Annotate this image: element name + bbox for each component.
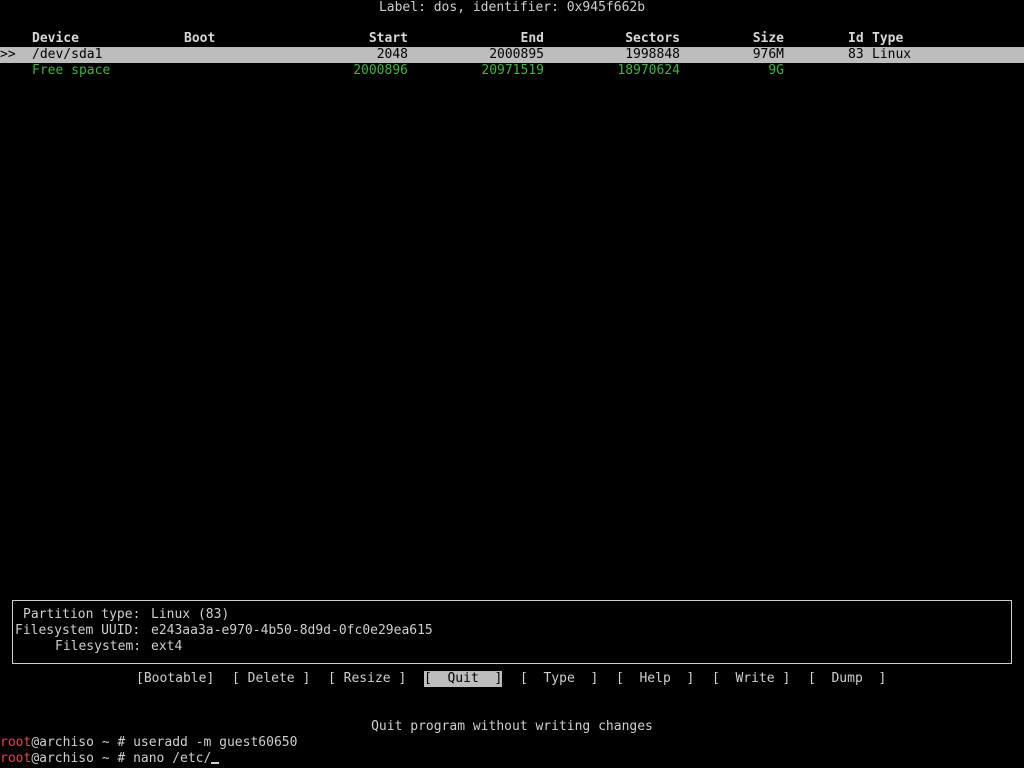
row-sectors: 18970624 xyxy=(617,63,680,78)
partition-type-value: Linux (83) xyxy=(151,607,230,622)
terminal-line[interactable]: root@archiso ~ # nano /etc/ xyxy=(0,751,220,767)
row-sectors: 1998848 xyxy=(625,47,680,62)
table-row-sda1[interactable]: >> /dev/sda1 2048 2000895 1998848 976M 8… xyxy=(0,47,1024,63)
column-header-device: Device xyxy=(32,31,79,46)
column-header-start: Start xyxy=(368,31,408,46)
action-menu: [Bootable] [ Delete ] [ Resize ] [ Quit … xyxy=(0,671,1024,687)
delete-button[interactable]: [ Delete ] xyxy=(232,671,310,687)
table-row-free-space[interactable]: Free space 2000896 20971519 18970624 9G xyxy=(0,63,1024,79)
resize-button[interactable]: [ Resize ] xyxy=(328,671,406,687)
prompt-user: root xyxy=(0,735,32,750)
row-start: 2048 xyxy=(376,47,408,62)
disk-label-header: Label: dos, identifier: 0x945f662b xyxy=(378,0,646,15)
column-header-id: Id xyxy=(848,31,864,46)
terminal-command: useradd -m guest60650 xyxy=(133,735,298,750)
action-hint: Quit program without writing changes xyxy=(371,719,653,734)
selection-marker: >> xyxy=(0,47,16,62)
row-end: 2000895 xyxy=(489,47,544,62)
help-button[interactable]: [ Help ] xyxy=(616,671,694,687)
terminal-line: root@archiso ~ # useradd -m guest60650 xyxy=(0,735,297,751)
partition-info-box: Partition type: Linux (83) Filesystem UU… xyxy=(12,600,1012,664)
prompt-host: @archiso ~ # xyxy=(31,751,134,766)
filesystem-value: ext4 xyxy=(151,639,183,654)
row-device: Free space xyxy=(32,63,111,78)
write-button[interactable]: [ Write ] xyxy=(712,671,790,687)
dump-button[interactable]: [ Dump ] xyxy=(808,671,886,687)
partition-type-label: Partition type: xyxy=(23,607,141,622)
column-header-sectors: Sectors xyxy=(625,31,680,46)
filesystem-uuid-label: Filesystem UUID: xyxy=(15,623,141,638)
column-header-end: End xyxy=(520,31,544,46)
partition-table-header: Device Boot Start End Sectors Size Id Ty… xyxy=(0,31,1024,47)
filesystem-label: Filesystem: xyxy=(55,639,142,654)
row-start: 2000896 xyxy=(353,63,408,78)
quit-button[interactable]: [ Quit ] xyxy=(424,671,503,687)
row-size: 976M xyxy=(752,47,784,62)
prompt-user: root xyxy=(0,751,32,766)
prompt-host: @archiso ~ # xyxy=(31,735,134,750)
filesystem-uuid-value: e243aa3a-e970-4b50-8d9d-0fc0e29ea615 xyxy=(151,623,433,638)
row-device: /dev/sda1 xyxy=(32,47,103,62)
type-button[interactable]: [ Type ] xyxy=(520,671,598,687)
column-header-type: Type xyxy=(872,31,904,46)
row-id: 83 xyxy=(848,47,864,62)
text-cursor xyxy=(211,762,220,764)
row-type: Linux xyxy=(872,47,912,62)
terminal-command: nano /etc/ xyxy=(133,751,212,766)
row-size: 9G xyxy=(768,63,784,78)
column-header-boot: Boot xyxy=(184,31,216,46)
row-end: 20971519 xyxy=(481,63,544,78)
column-header-size: Size xyxy=(752,31,784,46)
bootable-button[interactable]: [Bootable] xyxy=(136,671,214,687)
